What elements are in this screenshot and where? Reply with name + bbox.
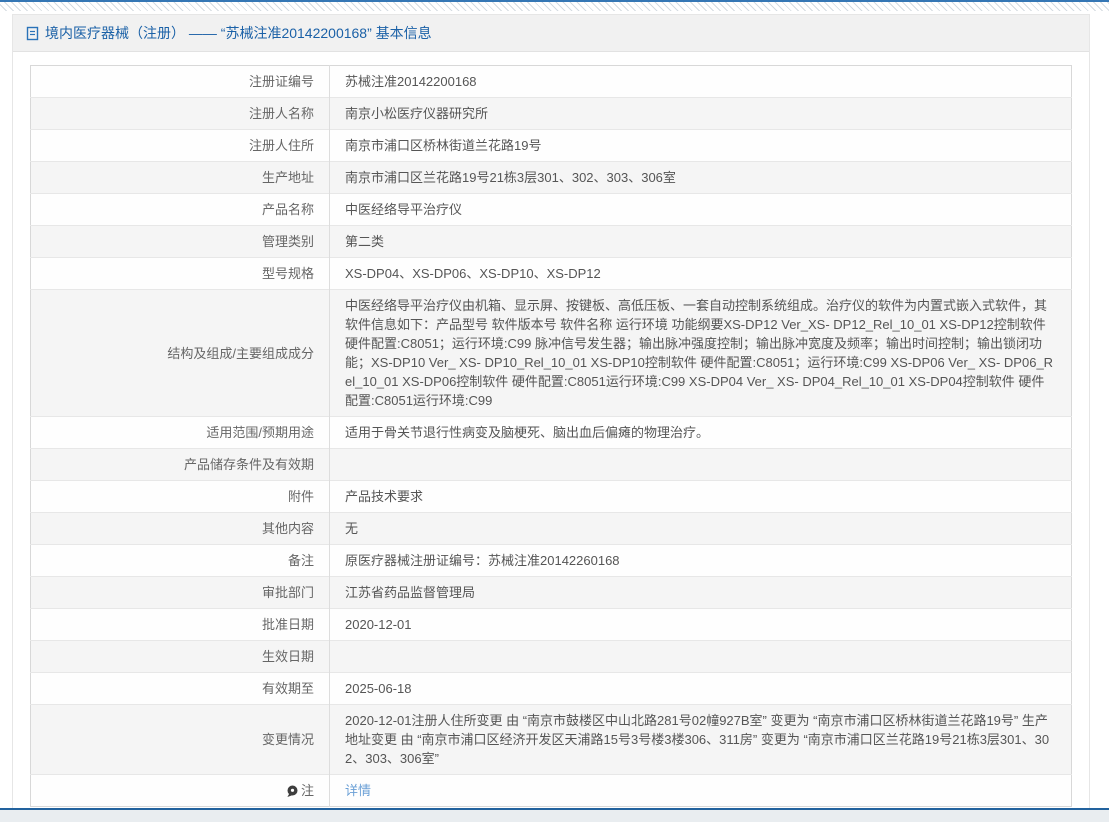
row-value: 第二类	[330, 226, 1072, 258]
row-value	[330, 641, 1072, 673]
row-label: 备注	[31, 545, 330, 577]
row-value: 详情	[330, 775, 1072, 807]
row-value: 2020-12-01	[330, 609, 1072, 641]
row-value: XS-DP04、XS-DP06、XS-DP10、XS-DP12	[330, 258, 1072, 290]
row-value: 中医经络导平治疗仪	[330, 194, 1072, 226]
comment-balloon-icon	[286, 781, 298, 800]
table-row: 生产地址 南京市浦口区兰花路19号21栋3层301、302、303、306室	[31, 162, 1072, 194]
row-label: 生效日期	[31, 641, 330, 673]
note-label-text: 注	[301, 781, 314, 800]
table-row: 附件 产品技术要求	[31, 481, 1072, 513]
row-label: 产品储存条件及有效期	[31, 449, 330, 481]
row-label: 有效期至	[31, 673, 330, 705]
row-label: 批准日期	[31, 609, 330, 641]
row-value: 南京小松医疗仪器研究所	[330, 98, 1072, 130]
row-label: 其他内容	[31, 513, 330, 545]
row-label: 注	[31, 775, 330, 807]
row-label: 注册证编号	[31, 66, 330, 98]
detail-link[interactable]: 详情	[345, 783, 371, 798]
row-value	[330, 449, 1072, 481]
panel-body: 注册证编号 苏械注准20142200168 注册人名称 南京小松医疗仪器研究所 …	[13, 52, 1089, 818]
footer-band	[0, 810, 1109, 822]
row-value: 南京市浦口区兰花路19号21栋3层301、302、303、306室	[330, 162, 1072, 194]
table-row: 变更情况 2020-12-01注册人住所变更 由 “南京市鼓楼区中山北路281号…	[31, 705, 1072, 775]
row-label: 变更情况	[31, 705, 330, 775]
table-row: 其他内容 无	[31, 513, 1072, 545]
table-row-note: 注 详情	[31, 775, 1072, 807]
row-label: 附件	[31, 481, 330, 513]
table-row: 适用范围/预期用途 适用于骨关节退行性病变及脑梗死、脑出血后偏瘫的物理治疗。	[31, 417, 1072, 449]
row-value: 适用于骨关节退行性病变及脑梗死、脑出血后偏瘫的物理治疗。	[330, 417, 1072, 449]
row-value: 苏械注准20142200168	[330, 66, 1072, 98]
row-value: 2025-06-18	[330, 673, 1072, 705]
row-label: 型号规格	[31, 258, 330, 290]
table-row: 批准日期 2020-12-01	[31, 609, 1072, 641]
table-row: 生效日期	[31, 641, 1072, 673]
top-striped-band	[0, 0, 1109, 11]
row-label: 适用范围/预期用途	[31, 417, 330, 449]
table-row: 型号规格 XS-DP04、XS-DP06、XS-DP10、XS-DP12	[31, 258, 1072, 290]
page-title: 境内医疗器械（注册） —— “苏械注准20142200168” 基本信息	[45, 23, 432, 43]
panel-header: 境内医疗器械（注册） —— “苏械注准20142200168” 基本信息	[13, 15, 1089, 52]
row-label: 注册人住所	[31, 130, 330, 162]
table-row: 注册人名称 南京小松医疗仪器研究所	[31, 98, 1072, 130]
row-value: 原医疗器械注册证编号：苏械注准20142260168	[330, 545, 1072, 577]
row-label: 注册人名称	[31, 98, 330, 130]
row-value: 南京市浦口区桥林街道兰花路19号	[330, 130, 1072, 162]
table-row: 注册证编号 苏械注准20142200168	[31, 66, 1072, 98]
table-row: 管理类别 第二类	[31, 226, 1072, 258]
table-row: 结构及组成/主要组成成分 中医经络导平治疗仪由机箱、显示屏、按键板、高低压板、一…	[31, 290, 1072, 417]
row-value: 中医经络导平治疗仪由机箱、显示屏、按键板、高低压板、一套自动控制系统组成。治疗仪…	[330, 290, 1072, 417]
row-label: 审批部门	[31, 577, 330, 609]
record-panel: 境内医疗器械（注册） —— “苏械注准20142200168” 基本信息 注册证…	[12, 14, 1090, 819]
row-value: 产品技术要求	[330, 481, 1072, 513]
row-label: 生产地址	[31, 162, 330, 194]
row-label: 结构及组成/主要组成成分	[31, 290, 330, 417]
row-label: 产品名称	[31, 194, 330, 226]
row-label: 管理类别	[31, 226, 330, 258]
row-value: 2020-12-01注册人住所变更 由 “南京市鼓楼区中山北路281号02幢92…	[330, 705, 1072, 775]
table-row: 审批部门 江苏省药品监督管理局	[31, 577, 1072, 609]
row-value: 江苏省药品监督管理局	[330, 577, 1072, 609]
registration-info-table: 注册证编号 苏械注准20142200168 注册人名称 南京小松医疗仪器研究所 …	[30, 65, 1072, 807]
table-row: 产品储存条件及有效期	[31, 449, 1072, 481]
table-row: 产品名称 中医经络导平治疗仪	[31, 194, 1072, 226]
table-row: 注册人住所 南京市浦口区桥林街道兰花路19号	[31, 130, 1072, 162]
table-row: 有效期至 2025-06-18	[31, 673, 1072, 705]
document-icon	[26, 26, 39, 41]
row-value: 无	[330, 513, 1072, 545]
table-row: 备注 原医疗器械注册证编号：苏械注准20142260168	[31, 545, 1072, 577]
